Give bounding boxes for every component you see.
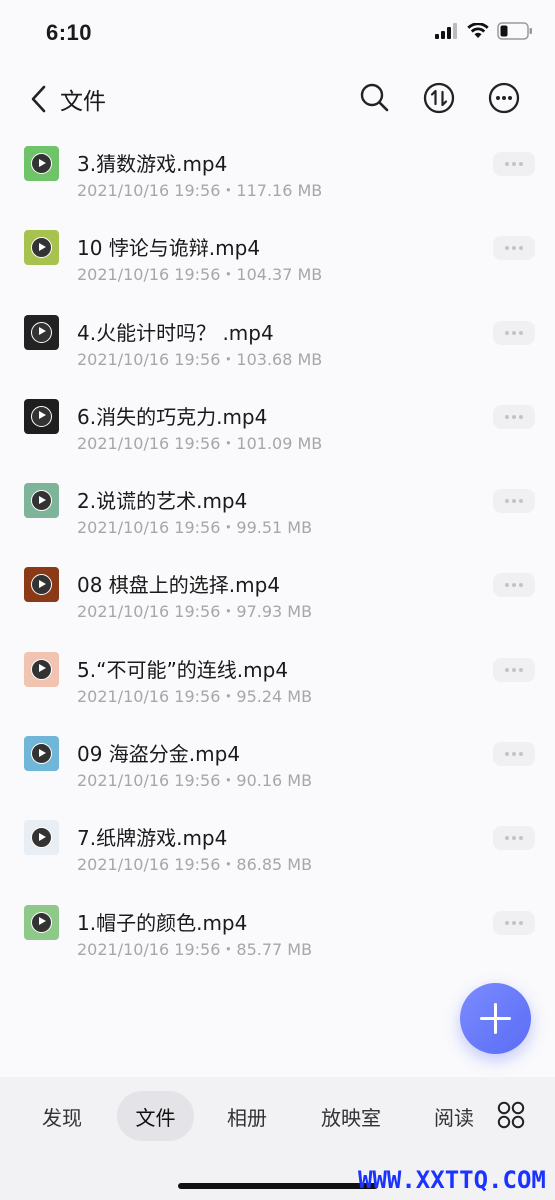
file-row[interactable]: 1.帽子的颜色.mp4 2021/10/16 19:56・85.77 MB xyxy=(0,891,555,975)
video-thumbnail xyxy=(24,230,59,266)
tab-files[interactable]: 文件 xyxy=(117,1091,194,1141)
page-title: 文件 xyxy=(60,89,106,115)
tab-discover[interactable]: 发现 xyxy=(22,1091,102,1141)
play-icon xyxy=(31,321,52,343)
play-icon xyxy=(31,574,52,596)
tab-albums[interactable]: 相册 xyxy=(207,1091,287,1141)
video-thumbnail xyxy=(24,567,59,603)
file-meta: 2021/10/16 19:56・104.37 MB xyxy=(77,265,323,285)
more-options-button[interactable] xyxy=(493,742,535,767)
status-icons xyxy=(435,22,533,40)
apps-grid-icon[interactable] xyxy=(497,1101,525,1129)
play-icon xyxy=(31,743,52,765)
file-row[interactable]: 10 悖论与诡辩.mp4 2021/10/16 19:56・104.37 MB xyxy=(0,216,555,300)
more-options-button[interactable] xyxy=(493,320,535,345)
video-thumbnail xyxy=(24,651,59,687)
play-icon xyxy=(31,827,52,849)
play-icon xyxy=(31,658,52,680)
search-icon[interactable] xyxy=(359,82,391,114)
file-list: 3.猜数游戏.mp4 2021/10/16 19:56・117.16 MB 10… xyxy=(0,132,555,975)
file-row[interactable]: 7.纸牌游戏.mp4 2021/10/16 19:56・86.85 MB xyxy=(0,806,555,890)
play-icon xyxy=(31,911,52,933)
video-thumbnail xyxy=(24,820,59,856)
file-meta: 2021/10/16 19:56・90.16 MB xyxy=(77,771,313,791)
file-row[interactable]: 3.猜数游戏.mp4 2021/10/16 19:56・117.16 MB xyxy=(0,132,555,216)
add-button[interactable] xyxy=(460,983,531,1054)
status-bar: 6:10 xyxy=(0,0,555,68)
file-name: 2.说谎的艺术.mp4 xyxy=(77,489,248,514)
file-name: 09 海盗分金.mp4 xyxy=(77,742,241,767)
video-thumbnail xyxy=(24,398,59,434)
video-thumbnail xyxy=(24,483,59,519)
file-row[interactable]: 09 海盗分金.mp4 2021/10/16 19:56・90.16 MB xyxy=(0,722,555,806)
battery-icon xyxy=(497,22,532,40)
file-row[interactable]: 2.说谎的艺术.mp4 2021/10/16 19:56・99.51 MB xyxy=(0,469,555,553)
file-name: 6.消失的巧克力.mp4 xyxy=(77,404,268,429)
file-name: 1.帽子的颜色.mp4 xyxy=(77,910,248,935)
watermark: WWW.XXTTQ.COM xyxy=(358,1166,546,1194)
more-options-button[interactable] xyxy=(493,236,535,261)
file-meta: 2021/10/16 19:56・97.93 MB xyxy=(77,602,313,622)
more-options-button[interactable] xyxy=(493,152,535,176)
file-meta: 2021/10/16 19:56・117.16 MB xyxy=(77,181,323,200)
file-meta: 2021/10/16 19:56・101.09 MB xyxy=(77,433,323,453)
file-name: 10 悖论与诡辩.mp4 xyxy=(77,236,261,261)
video-thumbnail xyxy=(24,314,59,350)
more-options-button[interactable] xyxy=(493,657,535,682)
file-row[interactable]: 6.消失的巧克力.mp4 2021/10/16 19:56・101.09 MB xyxy=(0,385,555,469)
file-row[interactable]: 4.火能计时吗？ .mp4 2021/10/16 19:56・103.68 MB xyxy=(0,301,555,385)
file-name: 7.纸牌游戏.mp4 xyxy=(77,826,228,851)
signal-icon xyxy=(435,23,457,39)
more-options-button[interactable] xyxy=(493,573,535,598)
back-icon[interactable] xyxy=(28,84,50,114)
more-options-button[interactable] xyxy=(493,404,535,429)
video-thumbnail xyxy=(24,736,59,772)
file-meta: 2021/10/16 19:56・86.85 MB xyxy=(77,855,313,875)
play-icon xyxy=(31,490,52,512)
tab-screening-room[interactable]: 放映室 xyxy=(305,1091,397,1141)
file-name: 4.火能计时吗？ .mp4 xyxy=(77,320,274,345)
more-options-button[interactable] xyxy=(493,489,535,514)
file-meta: 2021/10/16 19:56・95.24 MB xyxy=(77,686,313,706)
nav-bar: 文件 xyxy=(0,68,555,130)
video-thumbnail xyxy=(24,146,59,181)
file-row[interactable]: 5.“不可能”的连线.mp4 2021/10/16 19:56・95.24 MB xyxy=(0,638,555,722)
file-meta: 2021/10/16 19:56・99.51 MB xyxy=(77,518,313,538)
more-options-button[interactable] xyxy=(493,910,535,935)
file-name: 08 棋盘上的选择.mp4 xyxy=(77,573,281,598)
play-icon xyxy=(31,405,52,427)
sort-icon[interactable] xyxy=(423,82,455,114)
video-thumbnail xyxy=(24,904,59,940)
file-row[interactable]: 08 棋盘上的选择.mp4 2021/10/16 19:56・97.93 MB xyxy=(0,553,555,637)
play-icon xyxy=(31,237,52,259)
file-meta: 2021/10/16 19:56・103.68 MB xyxy=(77,349,323,369)
more-icon[interactable] xyxy=(488,82,520,114)
file-meta: 2021/10/16 19:56・85.77 MB xyxy=(77,939,313,959)
file-name: 3.猜数游戏.mp4 xyxy=(77,152,228,176)
play-icon xyxy=(31,153,52,174)
file-name: 5.“不可能”的连线.mp4 xyxy=(77,657,289,682)
status-time: 6:10 xyxy=(46,20,93,45)
home-indicator xyxy=(178,1183,378,1189)
tab-scroll-fade xyxy=(470,1087,500,1147)
more-options-button[interactable] xyxy=(493,826,535,851)
wifi-icon xyxy=(467,23,489,38)
